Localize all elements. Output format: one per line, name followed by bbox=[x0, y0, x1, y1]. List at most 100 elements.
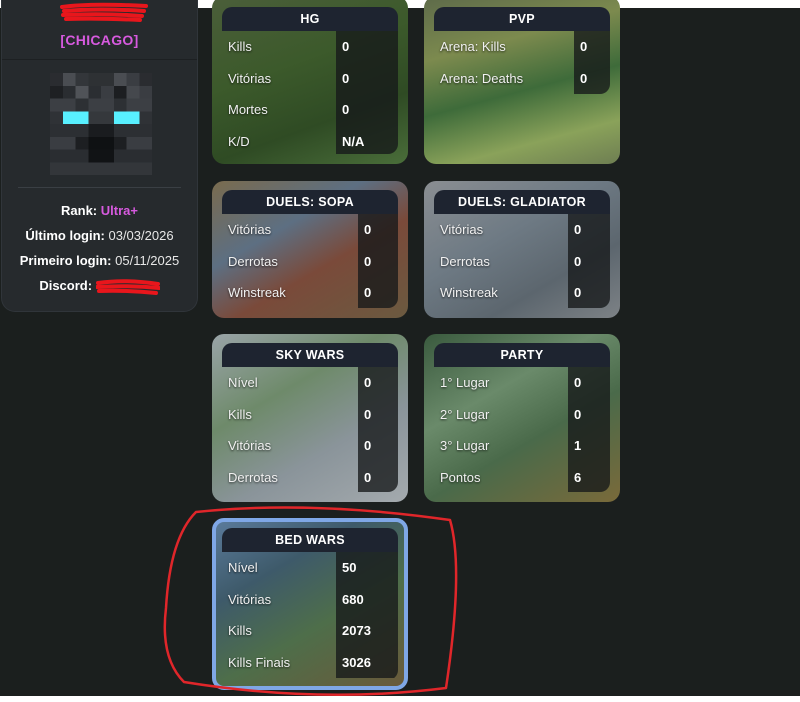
party-stat-value: 0 bbox=[568, 367, 610, 399]
pvp-stat-row: Arena: Kills 0 bbox=[434, 31, 610, 63]
bed-wars-stat-label: Nível bbox=[228, 560, 258, 576]
rank-value: Ultra+ bbox=[100, 203, 138, 218]
pvp-stat-label: Arena: Kills bbox=[440, 39, 506, 55]
duels-gladiator-stats-card: DUELS: GLADIATOR Vitórias 0 Derrotas 0 Win… bbox=[424, 181, 620, 318]
sky-wars-stat-label: Kills bbox=[228, 406, 252, 422]
bed-wars-stat-label: Kills bbox=[228, 623, 252, 639]
hg-stat-row: Mortes 0 bbox=[222, 94, 398, 126]
player-avatar bbox=[50, 73, 152, 175]
duels-sopa-stat-label: Winstreak bbox=[228, 285, 286, 301]
duels-sopa-stat-row: Vitórias 0 bbox=[222, 214, 398, 246]
last-login-line: Último login: 03/03/2026 bbox=[2, 228, 197, 243]
sky-wars-stat-row: Derrotas 0 bbox=[222, 461, 398, 492]
bed-wars-stat-row: Nível 50 bbox=[222, 552, 398, 584]
duels-sopa-stats-card: DUELS: SOPA Vitórias 0 Derrotas 0 Winstrea… bbox=[212, 181, 408, 318]
rank-line: Rank: Ultra+ bbox=[2, 203, 197, 218]
hg-stat-row: K/D N/A bbox=[222, 125, 398, 154]
party-stat-row: 3° Lugar 1 bbox=[434, 430, 610, 462]
party-stat-value: 6 bbox=[568, 461, 610, 492]
bottom-strip bbox=[0, 696, 800, 701]
sky-wars-stat-value: 0 bbox=[358, 398, 398, 430]
bed-wars-stat-row: Vitórias 680 bbox=[222, 583, 398, 615]
bed-wars-stat-value: 3026 bbox=[336, 646, 398, 678]
hg-stat-value: 0 bbox=[336, 94, 398, 126]
pvp-stats-card: PVP Arena: Kills 0 Arena: Deaths 0 bbox=[424, 0, 620, 164]
pvp-stat-row: Arena: Deaths 0 bbox=[434, 62, 610, 94]
duels-sopa-stat-value: 0 bbox=[358, 245, 398, 277]
party-stat-row: 2° Lugar 0 bbox=[434, 398, 610, 430]
bed-wars-stat-value: 680 bbox=[336, 583, 398, 615]
duels-sopa-stat-label: Derrotas bbox=[228, 253, 278, 269]
profile-divider bbox=[2, 59, 197, 60]
duels-sopa-stat-label: Vitórias bbox=[228, 222, 272, 238]
duels-gladiator-stat-label: Vitórias bbox=[440, 222, 484, 238]
party-stat-value: 1 bbox=[568, 430, 610, 462]
first-login-value: 05/11/2025 bbox=[115, 253, 180, 268]
bed-wars-stats-card: BED WARS Nível 50 Vitórias 680 Kills 2073 K… bbox=[212, 518, 408, 690]
bed-wars-stat-value: 50 bbox=[336, 552, 398, 584]
party-stat-label: Pontos bbox=[440, 469, 481, 485]
duels-sopa-stat-value: 0 bbox=[358, 214, 398, 246]
hg-stat-value: 0 bbox=[336, 31, 398, 63]
bed-wars-stat-row: Kills Finais 3026 bbox=[222, 646, 398, 678]
duels-gladiator-stat-row: Vitórias 0 bbox=[434, 214, 610, 246]
profile-card: [CHICAGO] Rank: Ultra+ Último login: 03/… bbox=[1, 0, 198, 312]
party-stat-row: Pontos 6 bbox=[434, 461, 610, 492]
hg-stat-value: N/A bbox=[336, 125, 398, 154]
last-login-value: 03/03/2026 bbox=[108, 228, 174, 243]
sky-wars-stat-label: Derrotas bbox=[228, 469, 278, 485]
hg-stat-label: Vitórias bbox=[228, 70, 272, 86]
bed-wars-stat-value: 2073 bbox=[336, 615, 398, 647]
bed-wars-stat-label: Vitórias bbox=[228, 591, 272, 607]
discord-redaction-scribble bbox=[95, 278, 160, 295]
duels-gladiator-stat-value: 0 bbox=[568, 214, 610, 246]
duels-gladiator-stat-value: 0 bbox=[568, 277, 610, 308]
sky-wars-stats-card: SKY WARS Nível 0 Kills 0 Vitórias 0 Derrota… bbox=[212, 334, 408, 502]
sky-wars-card-title: SKY WARS bbox=[222, 343, 398, 367]
pvp-stat-value: 0 bbox=[574, 62, 610, 94]
hg-stat-label: Kills bbox=[228, 39, 252, 55]
duels-gladiator-stat-row: Derrotas 0 bbox=[434, 245, 610, 277]
duels-gladiator-stat-label: Derrotas bbox=[440, 253, 490, 269]
party-stat-row: 1° Lugar 0 bbox=[434, 367, 610, 399]
sky-wars-stat-label: Vitórias bbox=[228, 438, 272, 454]
duels-gladiator-stat-value: 0 bbox=[568, 245, 610, 277]
duels-gladiator-card-title: DUELS: GLADIATOR bbox=[434, 190, 610, 214]
sky-wars-stat-label: Nível bbox=[228, 375, 258, 391]
duels-sopa-stat-row: Derrotas 0 bbox=[222, 245, 398, 277]
bed-wars-card-title: BED WARS bbox=[222, 528, 398, 552]
duels-sopa-stat-value: 0 bbox=[358, 277, 398, 308]
clan-tag: [CHICAGO] bbox=[60, 32, 139, 48]
last-login-label: Último login: bbox=[25, 228, 105, 243]
hg-stats-card: HG Kills 0 Vitórias 0 Mortes 0 K/D N/A bbox=[212, 0, 408, 164]
bed-wars-stat-label: Kills Finais bbox=[228, 654, 291, 670]
hg-stat-value: 0 bbox=[336, 62, 398, 94]
sky-wars-stat-value: 0 bbox=[358, 430, 398, 462]
discord-label: Discord: bbox=[39, 278, 93, 293]
party-stat-label: 3° Lugar bbox=[440, 438, 490, 454]
hg-stat-row: Vitórias 0 bbox=[222, 62, 398, 94]
discord-line: Discord: bbox=[2, 278, 197, 295]
duels-sopa-card-title: DUELS: SOPA bbox=[222, 190, 398, 214]
hg-stat-label: Mortes bbox=[228, 102, 268, 118]
info-divider bbox=[18, 187, 181, 188]
bed-wars-stat-row: Kills 2073 bbox=[222, 615, 398, 647]
rank-label: Rank: bbox=[61, 203, 98, 218]
sky-wars-stat-value: 0 bbox=[358, 367, 398, 399]
pvp-stat-value: 0 bbox=[574, 31, 610, 63]
sky-wars-stat-row: Nível 0 bbox=[222, 367, 398, 399]
sky-wars-stat-value: 0 bbox=[358, 461, 398, 492]
hg-stat-row: Kills 0 bbox=[222, 31, 398, 63]
hg-card-title: HG bbox=[222, 7, 398, 31]
duels-gladiator-stat-label: Winstreak bbox=[440, 285, 498, 301]
party-stat-value: 0 bbox=[568, 398, 610, 430]
duels-gladiator-stat-row: Winstreak 0 bbox=[434, 277, 610, 308]
sky-wars-stat-row: Vitórias 0 bbox=[222, 430, 398, 462]
username-redaction-scribble bbox=[60, 2, 148, 22]
party-stat-label: 1° Lugar bbox=[440, 375, 490, 391]
first-login-label: Primeiro login: bbox=[19, 253, 112, 268]
party-card-title: PARTY bbox=[434, 343, 610, 367]
first-login-line: Primeiro login: 05/11/2025 bbox=[2, 253, 197, 268]
pvp-stat-label: Arena: Deaths bbox=[440, 70, 524, 86]
hg-stat-label: K/D bbox=[228, 133, 250, 149]
